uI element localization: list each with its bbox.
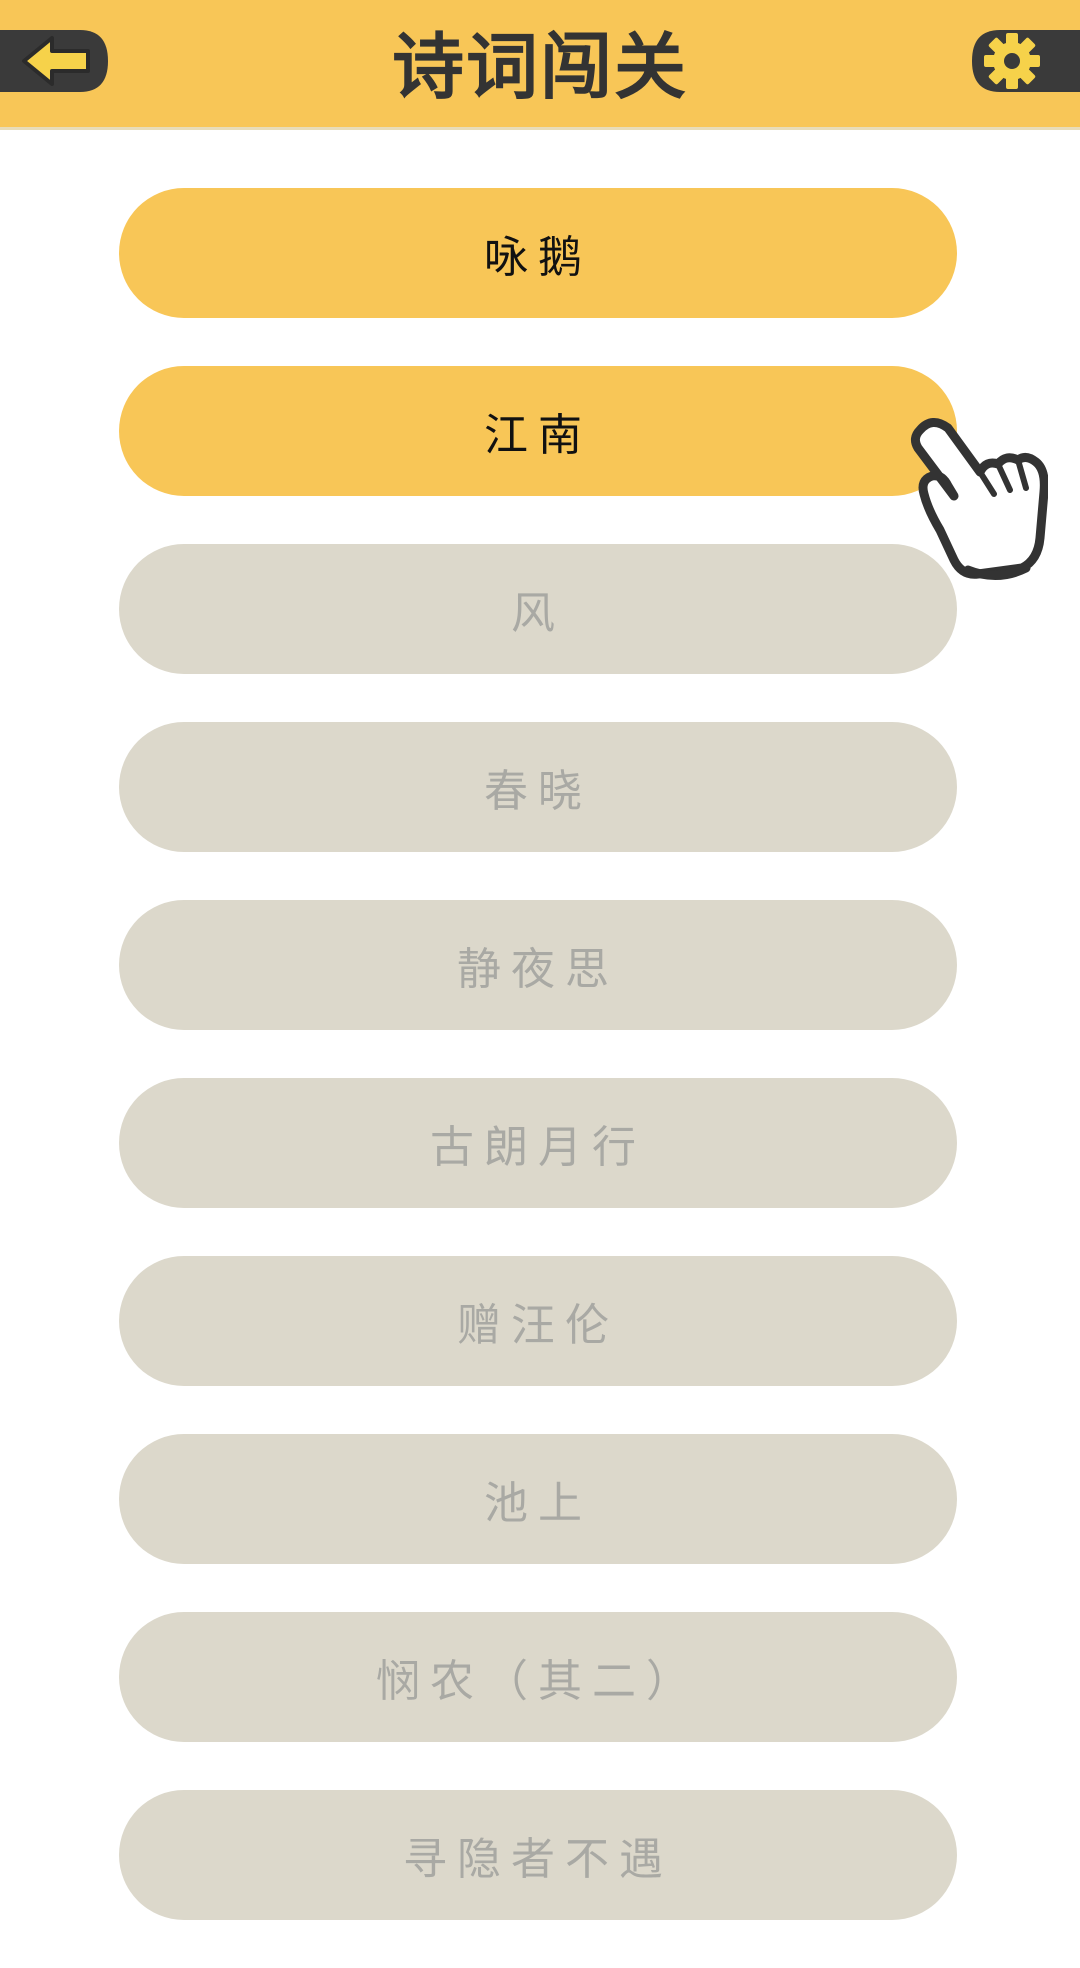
level-button-jiangnan[interactable]: 江南 [119,366,957,496]
level-button-chunxiao[interactable]: 春晓 [119,722,957,852]
level-button-feng[interactable]: 风 [119,544,957,674]
level-button-zengwanglun[interactable]: 赠汪伦 [119,1256,957,1386]
header-bar: 诗词闯关 [0,0,1080,127]
pointing-hand-icon [910,418,1048,580]
gear-icon [972,30,1080,92]
page-title: 诗词闯关 [391,25,688,109]
level-button-jingyesi[interactable]: 静夜思 [119,900,957,1030]
level-button-xunyinzhe[interactable]: 寻隐者不遇 [119,1790,957,1920]
level-list: 咏鹅 江南 风 春晓 静夜思 古朗月行 赠汪伦 池上 悯农（其二） 寻隐者不遇 [119,188,957,1968]
settings-button[interactable] [966,22,1080,100]
level-button-minnong[interactable]: 悯农（其二） [119,1612,957,1742]
level-button-yonge[interactable]: 咏鹅 [119,188,957,318]
level-button-chishang[interactable]: 池上 [119,1434,957,1564]
level-button-gulangyuexing[interactable]: 古朗月行 [119,1078,957,1208]
